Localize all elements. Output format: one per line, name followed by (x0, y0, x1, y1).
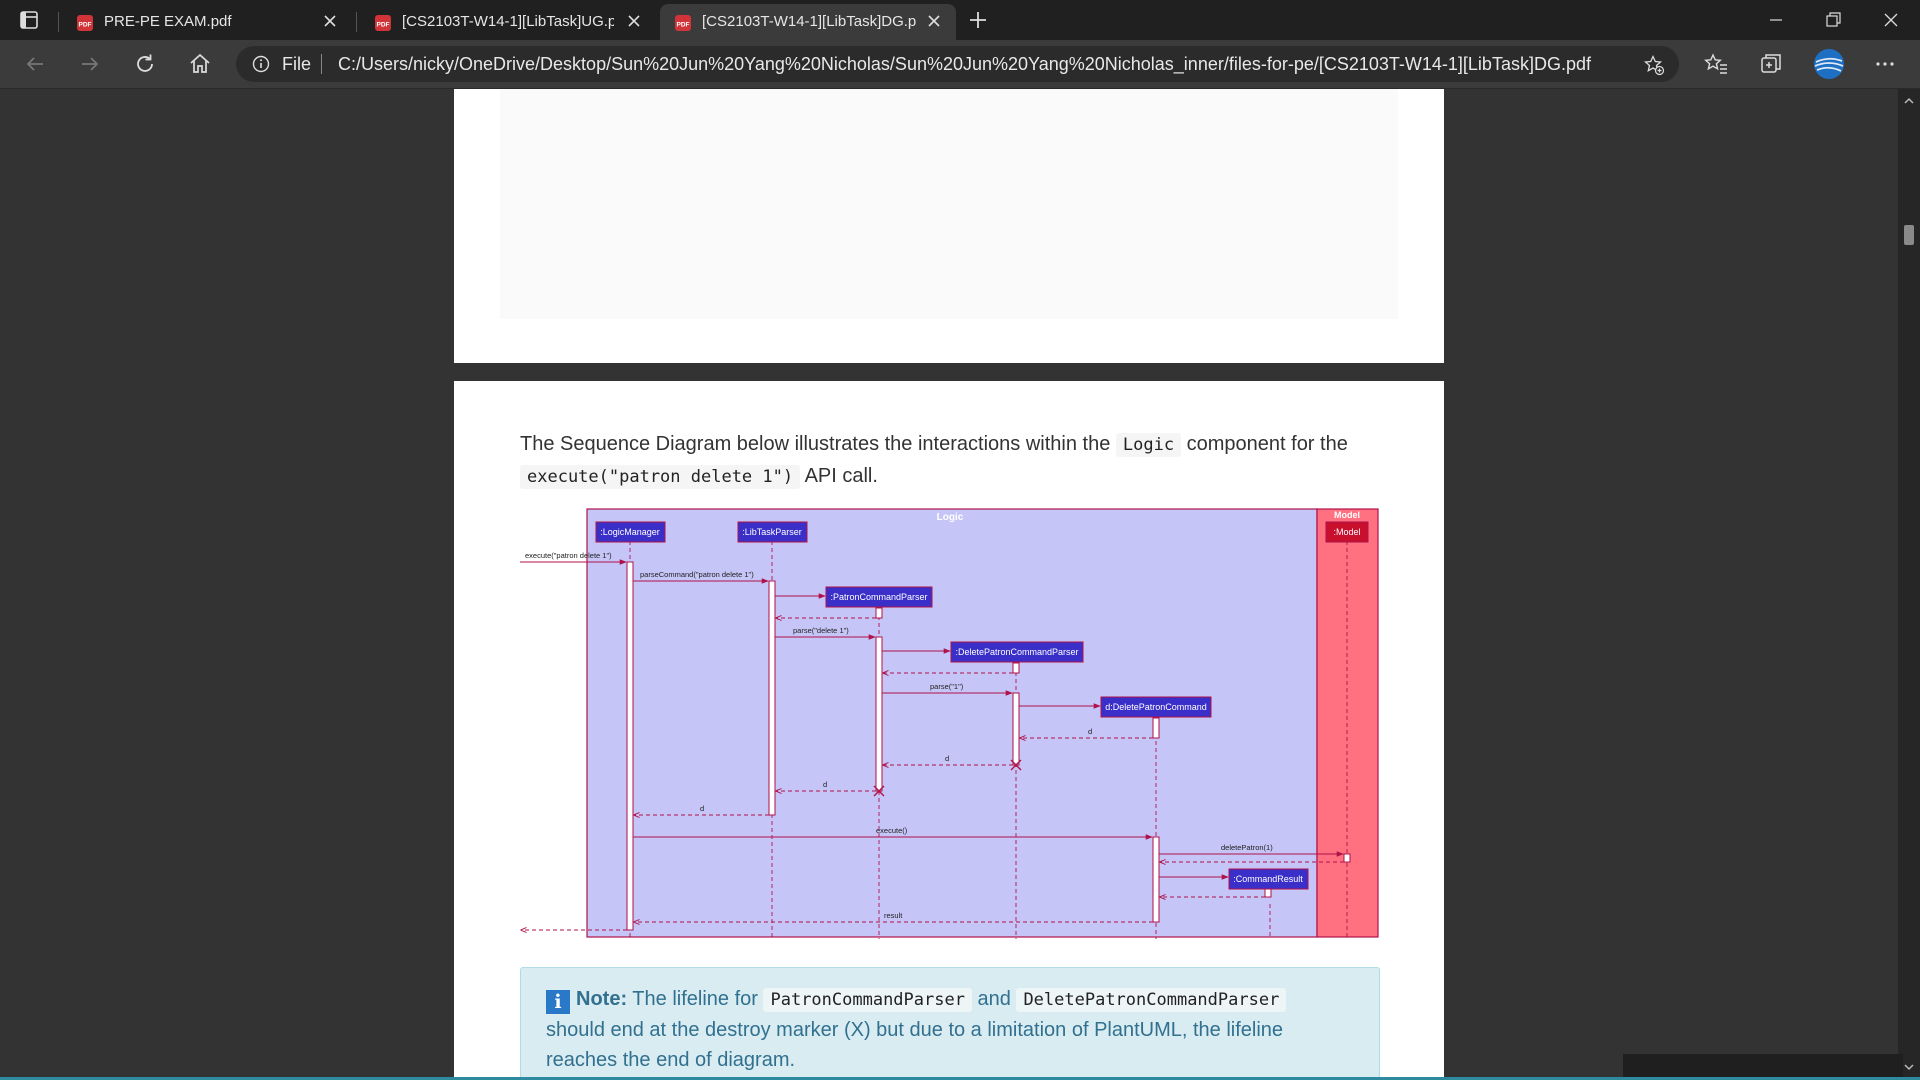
tab-dg-pdf[interactable]: PDF [CS2103T-W14-1][LibTask]DG.pdf (660, 4, 956, 40)
address-bar[interactable]: File C:/Users/nicky/OneDrive/Desktop/Sun… (236, 46, 1679, 82)
pdf-icon: PDF (77, 15, 93, 31)
add-favorite-icon[interactable] (1643, 54, 1665, 76)
text-run: and (971, 988, 1017, 1010)
inline-code: PatronCommandParser (763, 988, 972, 1012)
activation-bar (768, 580, 776, 816)
collections-icon[interactable] (1757, 50, 1785, 78)
note-box: i Note: The lifeline for PatronCommandPar… (520, 967, 1380, 1080)
forward-icon[interactable] (76, 50, 104, 78)
note-label: Note: (576, 988, 628, 1010)
pdf-viewer[interactable]: The Sequence Diagram below illustrates t… (0, 89, 1920, 1080)
tab-separator (356, 12, 357, 32)
participant-label: :LogicManager (600, 527, 660, 537)
close-icon[interactable] (926, 13, 942, 29)
message-label: d (1088, 727, 1092, 736)
refresh-icon[interactable] (131, 50, 159, 78)
svg-text:PDF: PDF (677, 22, 690, 29)
message-label: d (700, 804, 704, 813)
scroll-down-icon[interactable] (1902, 1061, 1916, 1073)
participant-label: :CommandResult (1233, 874, 1303, 884)
activation-bar (875, 607, 883, 619)
scheme-label: File (282, 54, 312, 74)
tab-title: PRE-PE EXAM.pdf (104, 13, 232, 30)
scroll-up-icon[interactable] (1902, 95, 1916, 107)
sequence-diagram: Logic Model :LogicManager :LibTaskParser (520, 507, 1380, 939)
message-label: parse("1") (930, 682, 964, 691)
vertical-scrollbar[interactable] (1898, 89, 1920, 1080)
svg-text:PDF: PDF (377, 22, 390, 29)
message-label: d (945, 754, 949, 763)
activation-bar (1152, 836, 1160, 923)
message-label: d (823, 780, 827, 789)
close-icon[interactable] (626, 13, 642, 29)
window-close-icon[interactable] (1879, 8, 1903, 32)
pdf-page (454, 89, 1444, 363)
favorites-icon[interactable] (1702, 50, 1730, 78)
message-label: deletePatron(1) (1221, 843, 1273, 852)
participant-label: :Model (1333, 527, 1360, 537)
text-run: The lifeline for (627, 988, 764, 1010)
tab-title: [CS2103T-W14-1][LibTask]UG.pdf (402, 13, 614, 30)
info-icon[interactable] (252, 55, 270, 73)
message-label: parseCommand("patron delete 1") (640, 570, 754, 579)
logic-title: Logic (937, 512, 964, 523)
activation-bar (1264, 888, 1272, 898)
profile-icon[interactable] (1813, 48, 1845, 80)
info-icon: i (546, 990, 570, 1014)
text-run: API call. (800, 465, 878, 487)
new-tab-icon[interactable] (966, 8, 990, 32)
inline-code: execute("patron delete 1") (520, 465, 801, 489)
text-run: The Sequence Diagram below illustrates t… (520, 433, 1116, 455)
participant-label: d:DeletePatronCommand (1105, 702, 1207, 712)
activation-bar (1152, 717, 1160, 739)
tab-pre-pe-exam[interactable]: PDF PRE-PE EXAM.pdf (62, 4, 352, 40)
intro-paragraph: The Sequence Diagram below illustrates t… (520, 429, 1400, 493)
minimize-icon[interactable] (1764, 8, 1788, 32)
navigation-bar: File C:/Users/nicky/OneDrive/Desktop/Sun… (0, 40, 1920, 89)
pdf-page: The Sequence Diagram below illustrates t… (454, 381, 1444, 1080)
restore-icon[interactable] (1821, 8, 1845, 32)
tab-separator (58, 12, 59, 32)
message-label: parse("delete 1") (793, 626, 849, 635)
message-label: result (884, 911, 903, 920)
note-text: i Note: The lifeline for PatronCommandPar… (546, 984, 1346, 1075)
text-run: component for the (1181, 433, 1348, 455)
url-text[interactable]: C:/Users/nicky/OneDrive/Desktop/Sun%20Ju… (338, 54, 1598, 74)
figure-placeholder (500, 89, 1398, 319)
activation-bar (1343, 853, 1351, 863)
participant-label: :LibTaskParser (742, 527, 802, 537)
model-title: Model (1334, 510, 1360, 520)
svg-text:PDF: PDF (79, 22, 92, 29)
tab-strip: PDF PRE-PE EXAM.pdf PDF [CS2103T-W14-1][… (0, 0, 1920, 40)
tab-ug-pdf[interactable]: PDF [CS2103T-W14-1][LibTask]UG.pdf (360, 4, 656, 40)
text-run: should end at the destroy marker (X) but… (546, 1019, 1284, 1071)
message-label: execute("patron delete 1") (525, 551, 612, 560)
tab-title: [CS2103T-W14-1][LibTask]DG.pdf (702, 13, 916, 30)
activation-bar (1012, 692, 1020, 766)
back-icon[interactable] (21, 50, 49, 78)
activation-bar (626, 561, 634, 931)
participant-label: :PatronCommandParser (830, 592, 927, 602)
message-label: execute() (876, 826, 908, 835)
inline-code: DeletePatronCommandParser (1016, 988, 1287, 1012)
activation-bar (1012, 662, 1020, 674)
pdf-icon: PDF (375, 15, 391, 31)
scroll-thumb[interactable] (1904, 225, 1914, 245)
address-divider (321, 54, 322, 74)
model-boundary (1316, 508, 1379, 938)
home-icon[interactable] (186, 50, 214, 78)
activation-bar (875, 636, 883, 792)
pdf-bottom-toolbar (1623, 1054, 1903, 1078)
tab-actions-icon[interactable] (18, 9, 40, 31)
participant-label: :DeletePatronCommandParser (955, 647, 1078, 657)
inline-code: Logic (1115, 433, 1182, 457)
pdf-icon: PDF (675, 15, 691, 31)
close-icon[interactable] (322, 13, 338, 29)
more-icon[interactable] (1871, 50, 1899, 78)
